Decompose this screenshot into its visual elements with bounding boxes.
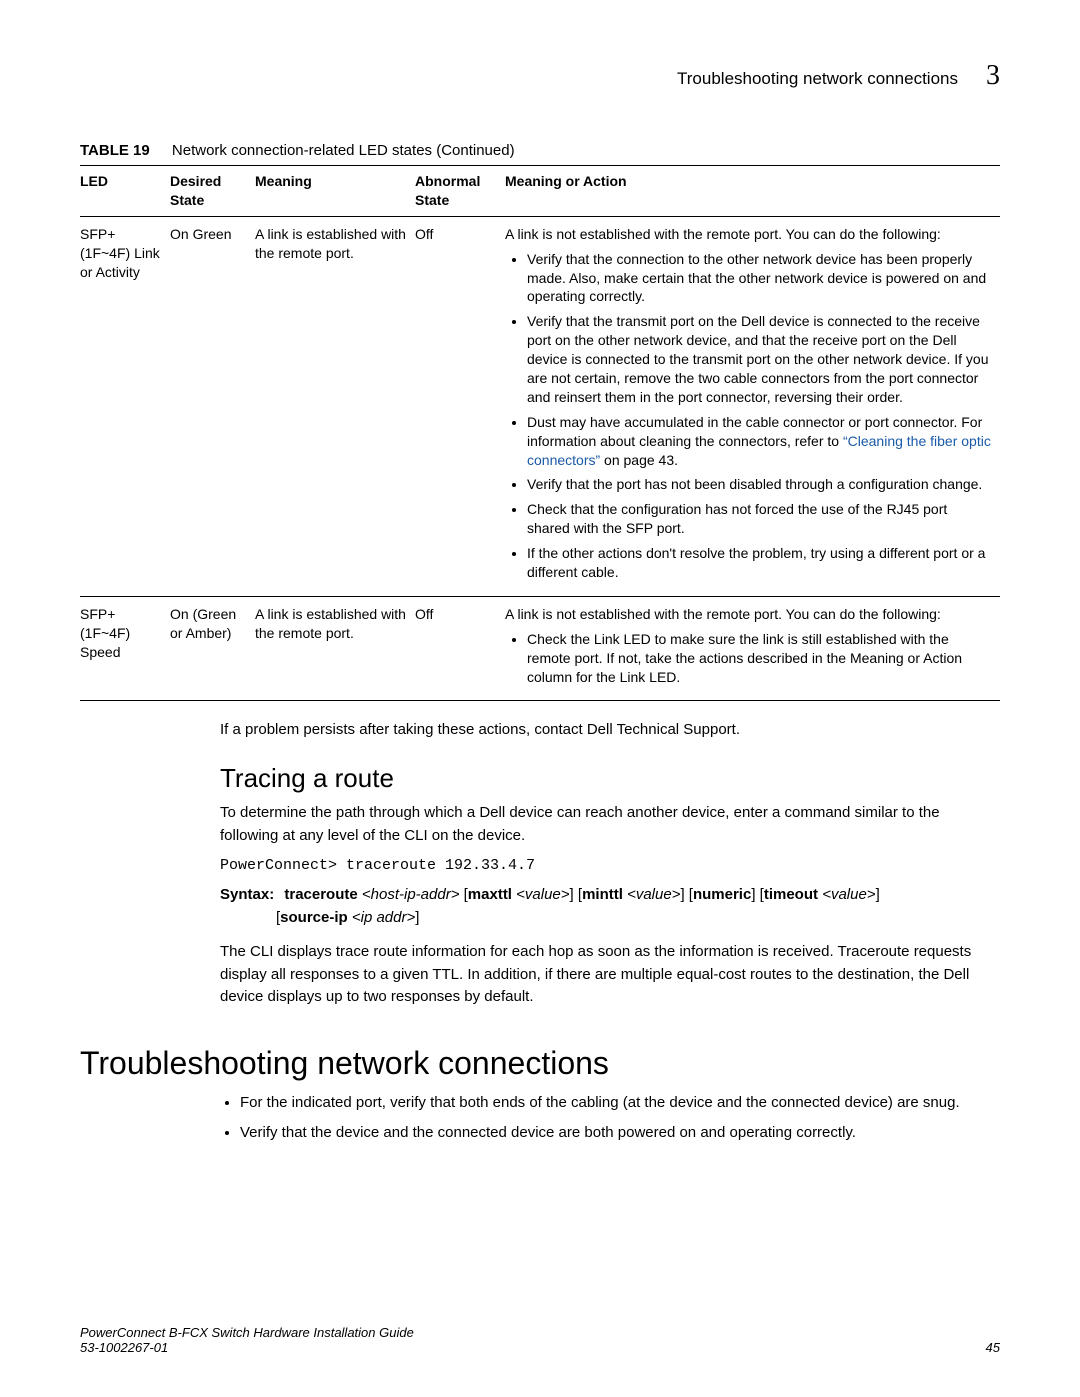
cell-action: A link is not established with the remot…	[505, 216, 1000, 596]
chapter-number: 3	[986, 60, 1000, 92]
cell-abnormal: Off	[415, 596, 505, 701]
footer-doc-title: PowerConnect B-FCX Switch Hardware Insta…	[80, 1325, 414, 1340]
action-bullet: Dust may have accumulated in the cable c…	[527, 413, 992, 470]
table-row: SFP+ (1F~4F) Link or Activity On Green A…	[80, 216, 1000, 596]
syntax-line: Syntax: traceroute <host-ip-addr> [maxtt…	[220, 884, 1000, 929]
page-footer: PowerConnect B-FCX Switch Hardware Insta…	[80, 1325, 1000, 1355]
action-bullet: Verify that the transmit port on the Del…	[527, 312, 992, 406]
th-led: LED	[80, 166, 170, 217]
page-number: 45	[986, 1340, 1000, 1355]
table-caption-text: Network connection-related LED states (C…	[172, 142, 515, 159]
action-bullet: Check that the configuration has not for…	[527, 500, 992, 538]
list-item: For the indicated port, verify that both…	[240, 1092, 1000, 1115]
cell-led: SFP+ (1F~4F) Link or Activity	[80, 216, 170, 596]
cell-meaning: A link is established with the remote po…	[255, 216, 415, 596]
table-caption: TABLE 19 Network connection-related LED …	[80, 142, 1000, 159]
tracing-intro: To determine the path through which a De…	[220, 802, 1000, 847]
cell-desired: On Green	[170, 216, 255, 596]
troubleshooting-heading: Troubleshooting network connections	[80, 1045, 1000, 1082]
cell-abnormal: Off	[415, 216, 505, 596]
running-header: Troubleshooting network connections 3	[80, 60, 1000, 92]
cell-action: A link is not established with the remot…	[505, 596, 1000, 701]
th-abnormal: Abnormal State	[415, 166, 505, 217]
tracing-after: The CLI displays trace route information…	[220, 941, 1000, 1009]
tracing-route-heading: Tracing a route	[220, 763, 1000, 794]
led-states-table: LED Desired State Meaning Abnormal State…	[80, 165, 1000, 701]
footer-doc-id: 53-1002267-01	[80, 1340, 414, 1355]
table-header-row: LED Desired State Meaning Abnormal State…	[80, 166, 1000, 217]
troubleshoot-bullets: For the indicated port, verify that both…	[220, 1092, 1000, 1145]
action-bullet: If the other actions don't resolve the p…	[527, 544, 992, 582]
action-bullet: Verify that the port has not been disabl…	[527, 475, 992, 494]
table-label: TABLE 19	[80, 142, 150, 159]
cell-meaning: A link is established with the remote po…	[255, 596, 415, 701]
action-bullet: Check the Link LED to make sure the link…	[527, 630, 992, 687]
cell-led: SFP+ (1F~4F) Speed	[80, 596, 170, 701]
table-row: SFP+ (1F~4F) Speed On (Green or Amber) A…	[80, 596, 1000, 701]
traceroute-example: PowerConnect> traceroute 192.33.4.7	[220, 857, 1000, 874]
action-bullet: Verify that the connection to the other …	[527, 250, 992, 307]
after-table-note: If a problem persists after taking these…	[220, 719, 1000, 741]
action-intro: A link is not established with the remot…	[505, 226, 941, 242]
th-action: Meaning or Action	[505, 166, 1000, 217]
list-item: Verify that the device and the connected…	[240, 1122, 1000, 1145]
th-meaning: Meaning	[255, 166, 415, 217]
cell-desired: On (Green or Amber)	[170, 596, 255, 701]
action-intro: A link is not established with the remot…	[505, 606, 941, 622]
th-desired: Desired State	[170, 166, 255, 217]
running-header-title: Troubleshooting network connections	[677, 69, 958, 89]
